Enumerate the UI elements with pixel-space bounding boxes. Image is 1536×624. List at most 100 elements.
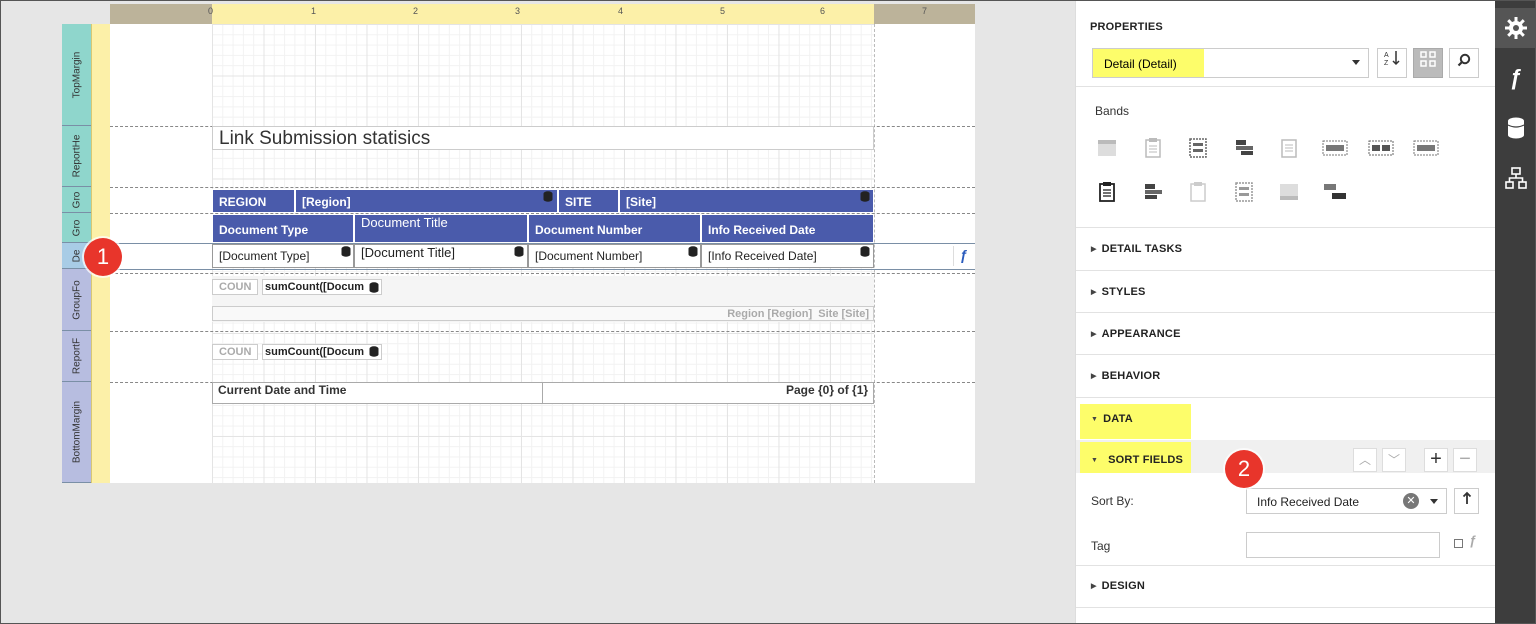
sort-az-icon: AZ [1384, 51, 1400, 67]
section-appearance[interactable]: ▶ APPEARANCE [1091, 328, 1181, 340]
tag-input[interactable] [1246, 532, 1440, 558]
remove-sort-field-button[interactable]: − [1453, 448, 1477, 472]
band-separator [110, 331, 975, 332]
region-label[interactable]: REGION [212, 189, 295, 213]
section-detail-tasks[interactable]: ▶ DETAIL TASKS [1091, 243, 1182, 255]
sort-by-select[interactable]: Info Received Date ✕ [1246, 488, 1447, 514]
svg-text:Z: Z [1384, 60, 1389, 67]
band-subband-icon[interactable] [1142, 181, 1164, 203]
ruler-tick: 7 [922, 6, 928, 16]
checkbox[interactable] [1454, 539, 1463, 548]
band-label-groupfooter[interactable]: GroupFo [62, 269, 91, 331]
sort-order-button[interactable] [1454, 488, 1479, 514]
section-data[interactable]: ▼ DATA [1091, 413, 1133, 425]
ruler-corner [62, 4, 110, 24]
divider [1076, 397, 1496, 398]
region-field[interactable]: [Region] [295, 189, 558, 213]
band-separator [110, 187, 975, 188]
section-sort-fields[interactable]: ▼ SORT FIELDS [1091, 454, 1183, 466]
band-verticalheader-icon[interactable] [1096, 181, 1118, 203]
right-margin-line [874, 24, 875, 483]
expression-function-icon[interactable]: ƒ [953, 246, 973, 266]
band-separator [110, 269, 975, 270]
site-label[interactable]: SITE [558, 189, 619, 213]
divider [1076, 270, 1496, 271]
move-up-button[interactable]: ︿ [1353, 448, 1377, 472]
divider [1076, 565, 1496, 566]
section-styles[interactable]: ▶ STYLES [1091, 286, 1146, 298]
chevron-down-icon[interactable] [1430, 499, 1438, 504]
report-footer-count-label[interactable]: COUN [212, 344, 259, 360]
horizontal-ruler: 0 1 2 3 4 5 6 7 [110, 4, 975, 24]
sort-by-value: Info Received Date [1257, 495, 1360, 509]
gear-icon[interactable] [1495, 8, 1536, 48]
current-date-time[interactable]: Current Date and Time [218, 383, 346, 397]
band-groupfooter-icon[interactable] [1368, 137, 1394, 159]
categorized-view-button[interactable] [1413, 48, 1443, 78]
detail-info-received-date[interactable]: [Info Received Date] [701, 244, 874, 268]
band-groupheader-icon[interactable] [1233, 137, 1255, 159]
column-header-document-type[interactable]: Document Type [212, 214, 354, 243]
group-footer-sum-expression[interactable]: sumCount([Docum [262, 279, 382, 295]
band-pagefooter-icon[interactable] [1322, 181, 1346, 203]
callout-badge-2: 2 [1225, 450, 1263, 488]
section-design[interactable]: ▶ DESIGN [1091, 580, 1145, 592]
selected-element-value: Detail (Detail) [1093, 49, 1204, 77]
band-bottommargin-icon[interactable] [1278, 181, 1300, 203]
selected-element-dropdown[interactable]: Detail (Detail) [1092, 48, 1369, 78]
tag-label: Tag [1091, 539, 1111, 553]
bottom-margin-divider [542, 382, 543, 404]
band-topmargin-icon[interactable] [1096, 137, 1118, 159]
band-pageheader-icon[interactable] [1187, 137, 1209, 159]
band-detailreport-icon[interactable] [1322, 137, 1348, 159]
chevron-down-icon [1352, 60, 1360, 65]
add-sort-field-button[interactable]: + [1424, 448, 1448, 472]
hierarchy-icon[interactable] [1495, 158, 1536, 198]
band-reportheader-icon[interactable] [1142, 137, 1164, 159]
group-footer-region-summary-box[interactable]: Region [Region] Site [Site] [212, 306, 874, 321]
band-label-reportheader[interactable]: ReportHe [62, 126, 91, 187]
right-toolbar: ƒ [1495, 0, 1536, 624]
band-verticaldetail-icon[interactable] [1187, 181, 1209, 203]
report-canvas[interactable]: Link Submission statisics REGION [Region… [110, 24, 975, 483]
band-verticaltotal-icon[interactable] [1233, 181, 1255, 203]
move-down-button[interactable]: ﹀ [1382, 448, 1406, 472]
band-label-bottommargin[interactable]: BottomMargin [62, 382, 91, 483]
sort-alphabetical-button[interactable]: AZ [1377, 48, 1407, 78]
detail-document-title[interactable]: [Document Title] [354, 244, 528, 268]
divider [1076, 227, 1496, 228]
column-header-document-number[interactable]: Document Number [528, 214, 701, 243]
section-behavior[interactable]: ▶ BEHAVIOR [1091, 370, 1160, 382]
database-icon [860, 246, 870, 257]
report-title[interactable]: Link Submission statisics [212, 126, 874, 150]
database-icon [688, 246, 698, 257]
search-button[interactable] [1449, 48, 1479, 78]
detail-document-type[interactable]: [Document Type] [212, 244, 354, 268]
report-footer-sum-expression[interactable]: sumCount([Docum [262, 344, 382, 360]
column-header-info-received-date[interactable]: Info Received Date [701, 214, 874, 243]
band-detail-icon[interactable] [1278, 137, 1300, 159]
database-icon [514, 246, 524, 257]
column-header-document-title[interactable]: Document Title [354, 214, 528, 243]
database-icon [369, 346, 379, 357]
report-design-surface[interactable]: 0 1 2 3 4 5 6 7 TopMargin ReportHe Gro G… [0, 0, 1075, 624]
band-label-groupheader2[interactable]: Gro [62, 213, 91, 243]
band-reportfooter-icon[interactable] [1413, 137, 1439, 159]
clear-icon[interactable]: ✕ [1403, 493, 1419, 509]
group-footer-region-summary: Region [Region] Site [Site] [727, 308, 869, 320]
database-icon [543, 191, 553, 202]
database-icon [860, 191, 870, 202]
band-label-groupheader1[interactable]: Gro [62, 187, 91, 213]
function-icon[interactable]: ƒ [1495, 58, 1536, 98]
database-icon [369, 282, 379, 293]
band-label-topmargin[interactable]: TopMargin [62, 24, 91, 126]
band-label-reportfooter[interactable]: ReportF [62, 331, 91, 382]
ruler-tick: 5 [720, 6, 726, 16]
database-icon[interactable] [1495, 108, 1536, 148]
page-number[interactable]: Page {0} of {1} [786, 383, 868, 397]
divider [1076, 86, 1496, 87]
function-icon[interactable]: ƒ [1469, 533, 1476, 548]
group-footer-count-label[interactable]: COUN [212, 279, 259, 295]
site-field[interactable]: [Site] [619, 189, 874, 213]
detail-document-number[interactable]: [Document Number] [528, 244, 701, 268]
